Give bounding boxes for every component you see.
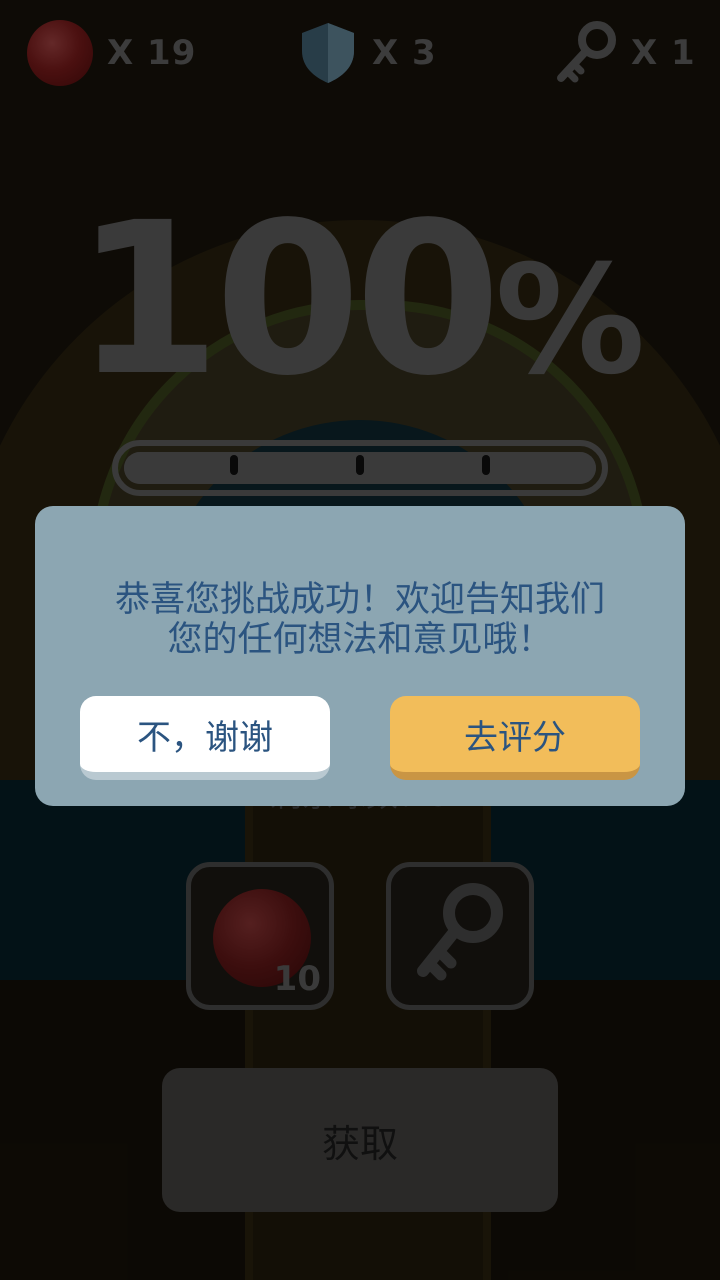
dialog-message-line2: 您的任何想法和意见哦！ xyxy=(167,620,553,660)
dialog-message-line1: 恭喜您挑战成功！欢迎告知我们 xyxy=(114,580,605,620)
no-thanks-button[interactable]: 不，谢谢 xyxy=(80,696,330,780)
rating-dialog: 恭喜您挑战成功！欢迎告知我们 您的任何想法和意见哦！ 不，谢谢 去评分 xyxy=(35,506,685,806)
game-screen: X 19 X 3 X 1 100% 10 获取 恭喜您挑战成功！欢迎告知我们 您… xyxy=(0,0,720,1280)
dialog-message: 恭喜您挑战成功！欢迎告知我们 您的任何想法和意见哦！ xyxy=(35,580,685,660)
rate-button[interactable]: 去评分 xyxy=(390,696,640,780)
